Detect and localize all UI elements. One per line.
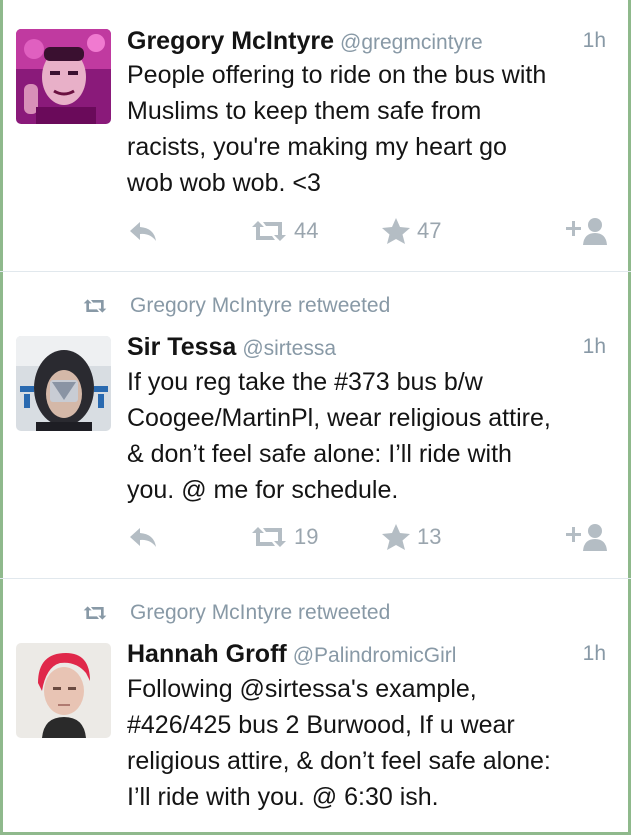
- favorite-count: 47: [417, 218, 442, 243]
- author-name[interactable]: Gregory McIntyre: [127, 27, 334, 55]
- retweet-button[interactable]: 44: [250, 215, 318, 247]
- tweet-actions: 19 13: [0, 521, 631, 553]
- avatar[interactable]: [16, 336, 111, 431]
- tweet-header: Hannah Groff @PalindromicGirl 1h: [127, 640, 606, 672]
- tweet-text-line: wob wob wob. <3: [127, 169, 321, 197]
- reply-button[interactable]: [128, 521, 158, 553]
- author-handle[interactable]: @PalindromicGirl: [293, 644, 457, 667]
- avatar[interactable]: [16, 643, 111, 738]
- tweet-text-line: & don’t feel safe alone: I’ll ride with: [127, 440, 512, 468]
- retweet-count: 19: [294, 524, 319, 549]
- author-handle[interactable]: @sirtessa: [242, 337, 336, 360]
- tweet-text-line: People offering to ride on the bus with: [127, 61, 547, 89]
- author-handle[interactable]: @gregmcintyre: [340, 31, 483, 54]
- retweet-count: 44: [294, 218, 319, 243]
- retweet-context[interactable]: Gregory McIntyre retweeted: [82, 599, 390, 627]
- reply-button[interactable]: [128, 215, 158, 247]
- retweet-button[interactable]: 19: [250, 521, 318, 553]
- retweet-context-icon: [83, 606, 107, 620]
- retweet-icon: [252, 527, 286, 547]
- tweet-2[interactable]: Gregory McIntyre retweeted Sir Tessa @sir…: [0, 272, 631, 579]
- reply-icon: [130, 528, 156, 547]
- retweet-context[interactable]: Gregory McIntyre retweeted: [82, 292, 390, 320]
- timestamp[interactable]: 1h: [583, 642, 606, 666]
- retweet-context-label: Gregory McIntyre retweeted: [130, 601, 391, 624]
- favorite-button[interactable]: 13: [381, 521, 441, 553]
- tweet-3[interactable]: Gregory McIntyre retweeted Hannah Groff @…: [0, 579, 631, 835]
- follow-icon: [566, 218, 607, 245]
- star-icon: [382, 524, 410, 550]
- tweet-text-line: If you reg take the #373 bus b/w: [127, 368, 483, 396]
- tweet-text-line: racists, you're making my heart go: [127, 133, 507, 161]
- star-icon: [382, 218, 410, 244]
- follow-icon: [566, 524, 607, 551]
- retweet-icon: [252, 221, 286, 241]
- author-name[interactable]: Hannah Groff: [127, 640, 287, 668]
- tweet-text-line: Following @sirtessa's example,: [127, 675, 477, 703]
- follow-button[interactable]: [564, 215, 608, 247]
- tweet-text-line: you. @ me for schedule.: [127, 476, 399, 504]
- tweet-text-line: I’ll ride with you. @ 6:30 ish.: [127, 783, 439, 811]
- tweet-text: Following @sirtessa's example, #426/425 …: [127, 671, 611, 815]
- author-name[interactable]: Sir Tessa: [127, 333, 236, 361]
- retweet-context-icon: [83, 299, 107, 313]
- favorite-count: 13: [417, 524, 442, 549]
- tweet-text-line: #426/425 bus 2 Burwood, If u wear: [127, 711, 515, 739]
- favorite-button[interactable]: 47: [381, 215, 441, 247]
- tweet-1[interactable]: Gregory McIntyre @gregmcintyre 1h People …: [0, 0, 631, 272]
- avatar[interactable]: [16, 29, 111, 124]
- tweet-text: People offering to ride on the bus with …: [127, 57, 611, 201]
- timestamp[interactable]: 1h: [583, 335, 606, 359]
- tweet-header: Gregory McIntyre @gregmcintyre 1h: [127, 27, 606, 59]
- tweet-text: If you reg take the #373 bus b/w Coogee/…: [127, 364, 611, 508]
- tweet-text-line: religious attire, & don’t feel safe alon…: [127, 747, 551, 775]
- tweet-text-line: Muslims to keep them safe from: [127, 97, 482, 125]
- tweet-header: Sir Tessa @sirtessa 1h: [127, 333, 606, 365]
- follow-button[interactable]: [564, 521, 608, 553]
- retweet-context-label: Gregory McIntyre retweeted: [130, 294, 391, 317]
- tweet-actions: 44 47: [0, 215, 631, 247]
- tweet-text-line: Coogee/MartinPl, wear religious attire,: [127, 404, 551, 432]
- reply-icon: [130, 222, 156, 241]
- timestamp[interactable]: 1h: [583, 29, 606, 53]
